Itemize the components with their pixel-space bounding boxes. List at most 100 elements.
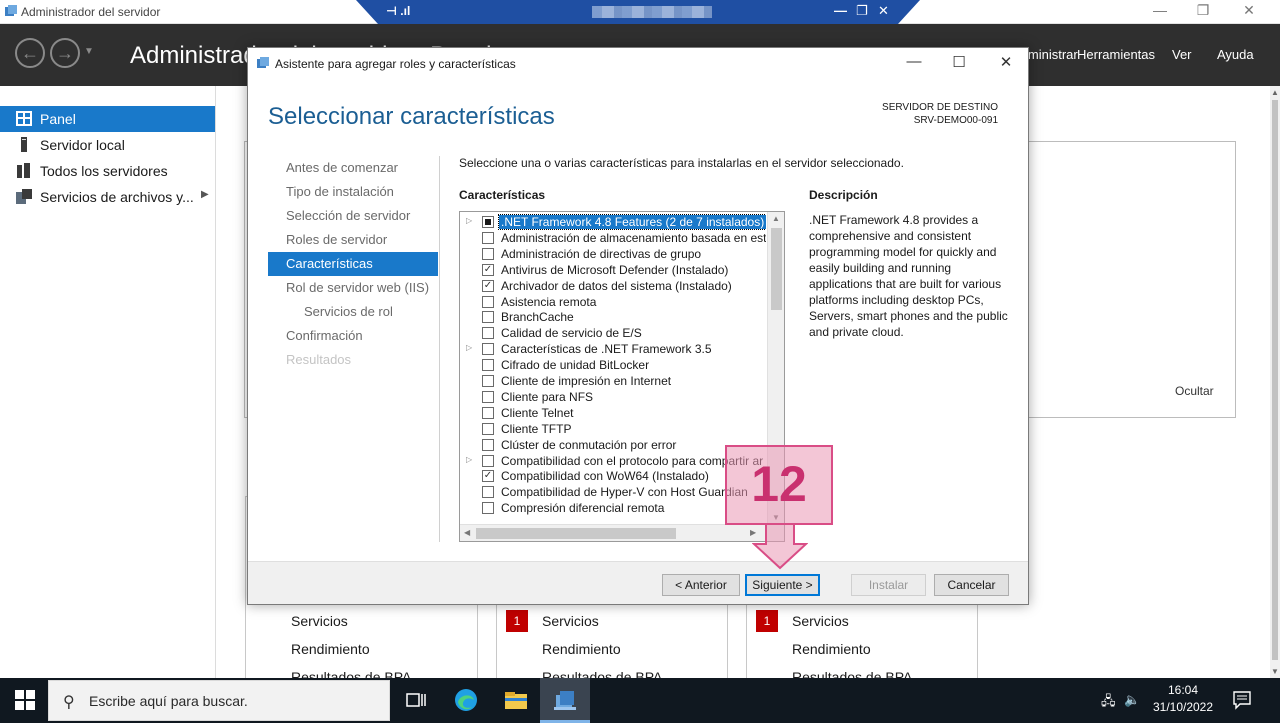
step-server-selection[interactable]: Selección de servidor xyxy=(268,204,438,228)
feature-item[interactable]: Cliente Telnet xyxy=(460,405,766,421)
scroll-left-icon[interactable]: ◀ xyxy=(464,528,470,537)
feature-checkbox[interactable] xyxy=(482,216,494,228)
scroll-up-icon[interactable]: ▲ xyxy=(772,214,780,223)
menu-ayuda[interactable]: Ayuda xyxy=(1217,47,1254,62)
forward-icon[interactable]: → xyxy=(50,38,80,68)
features-horizontal-scrollbar[interactable]: ◀ ▶ xyxy=(460,524,784,541)
feature-checkbox[interactable] xyxy=(482,231,494,244)
feature-item[interactable]: Compatibilidad de Hyper-V con Host Guard… xyxy=(460,484,766,500)
feature-checkbox[interactable] xyxy=(482,486,494,499)
feature-item[interactable]: Cliente de impresión en Internet xyxy=(460,373,766,389)
step-confirmation[interactable]: Confirmación xyxy=(268,324,438,348)
back-icon[interactable]: ← xyxy=(15,38,45,68)
windows-start-icon[interactable] xyxy=(15,690,35,710)
previous-button[interactable]: < Anterior xyxy=(662,574,740,596)
next-button[interactable]: Siguiente > xyxy=(745,574,820,596)
feature-item[interactable]: Administración de directivas de grupo xyxy=(460,246,766,262)
feature-checkbox[interactable] xyxy=(482,343,494,356)
feature-item[interactable]: BranchCache xyxy=(460,309,766,325)
sidebar-item-panel[interactable]: Panel xyxy=(0,106,215,132)
feature-checkbox[interactable] xyxy=(482,359,494,372)
content-scrollbar[interactable]: ▲ ▼ xyxy=(1270,86,1280,678)
scroll-thumb[interactable] xyxy=(1272,100,1278,660)
scroll-thumb[interactable] xyxy=(476,528,676,539)
notifications-icon[interactable] xyxy=(1232,690,1252,710)
feature-checkbox[interactable] xyxy=(482,390,494,403)
chevron-right-icon[interactable]: ▶ xyxy=(201,189,209,200)
menu-ver[interactable]: Ver xyxy=(1172,47,1192,62)
feature-item[interactable]: ▷ .NET Framework 4.8 Features (2 de 7 ins… xyxy=(460,214,766,230)
sidebar-item-file-services[interactable]: Servicios de archivos y... ▶ xyxy=(0,184,215,210)
feature-checkbox[interactable] xyxy=(482,438,494,451)
taskbar-clock[interactable]: 16:04 31/10/2022 xyxy=(1148,682,1218,716)
step-server-roles[interactable]: Roles de servidor xyxy=(268,228,438,252)
tile-row-performance[interactable]: Rendimiento xyxy=(792,641,871,657)
feature-checkbox[interactable] xyxy=(482,311,494,324)
file-explorer-icon[interactable] xyxy=(502,686,530,714)
feature-checkbox[interactable] xyxy=(482,295,494,308)
scroll-up-icon[interactable]: ▲ xyxy=(1271,88,1279,97)
feature-checkbox[interactable] xyxy=(482,406,494,419)
expand-icon[interactable]: ▷ xyxy=(466,216,472,225)
feature-item[interactable]: Administración de almacenamiento basada … xyxy=(460,230,766,246)
tile-row-services[interactable]: Servicios xyxy=(291,613,348,629)
feature-checkbox[interactable] xyxy=(482,327,494,340)
rdp-pin-signal-icon[interactable]: ⊣ .ıl xyxy=(386,4,410,18)
step-before-you-begin[interactable]: Antes de comenzar xyxy=(268,156,438,180)
step-features[interactable]: Características xyxy=(268,252,438,276)
feature-item[interactable]: Cliente para NFS xyxy=(460,389,766,405)
feature-item[interactable]: ▷ Compatibilidad con el protocolo para co… xyxy=(460,453,766,469)
feature-item[interactable]: ✓ Archivador de datos del sistema (Instal… xyxy=(460,278,766,294)
step-web-server-role[interactable]: Rol de servidor web (IIS) xyxy=(268,276,438,300)
feature-checkbox[interactable] xyxy=(482,422,494,435)
network-icon[interactable]: 🖧 xyxy=(1101,692,1116,714)
step-installation-type[interactable]: Tipo de instalación xyxy=(268,180,438,204)
feature-checkbox[interactable] xyxy=(482,247,494,260)
feature-item[interactable]: Cifrado de unidad BitLocker xyxy=(460,357,766,373)
scroll-thumb[interactable] xyxy=(771,228,782,310)
feature-item[interactable]: ✓ Antivirus de Microsoft Defender (Instal… xyxy=(460,262,766,278)
feature-item[interactable]: Asistencia remota xyxy=(460,294,766,310)
task-view-icon[interactable] xyxy=(402,686,430,714)
feature-item[interactable]: Clúster de conmutación por error xyxy=(460,437,766,453)
expand-icon[interactable]: ▷ xyxy=(466,343,472,352)
tile-row-performance[interactable]: Rendimiento xyxy=(542,641,621,657)
feature-item[interactable]: ✓ Compatibilidad con WoW64 (Instalado) xyxy=(460,468,766,484)
expand-icon[interactable]: ▷ xyxy=(466,455,472,464)
feature-checkbox[interactable] xyxy=(482,454,494,467)
close-button[interactable]: ✕ xyxy=(1239,2,1259,19)
restore-button[interactable]: ❐ xyxy=(1193,2,1213,19)
step-role-services[interactable]: Servicios de rol xyxy=(268,300,438,324)
feature-checkbox[interactable]: ✓ xyxy=(482,470,494,483)
feature-item[interactable]: Cliente TFTP xyxy=(460,421,766,437)
wizard-maximize-button[interactable]: ☐ xyxy=(944,53,974,73)
tile-row-services[interactable]: Servicios xyxy=(542,613,599,629)
cancel-button[interactable]: Cancelar xyxy=(934,574,1009,596)
edge-browser-icon[interactable] xyxy=(452,686,480,714)
minimize-button[interactable]: — xyxy=(1150,2,1170,18)
wizard-minimize-button[interactable]: — xyxy=(899,53,929,73)
wizard-close-button[interactable]: ✕ xyxy=(991,53,1021,73)
remote-desktop-bar[interactable]: ⊣ .ıl — ❐ ✕ xyxy=(356,0,920,24)
feature-item[interactable]: ▷ Características de .NET Framework 3.5 xyxy=(460,341,766,357)
rdp-restore-button[interactable]: ❐ xyxy=(856,3,868,19)
rdp-close-button[interactable]: ✕ xyxy=(878,3,889,19)
menu-herramientas[interactable]: Herramientas xyxy=(1077,47,1155,62)
feature-item[interactable]: Calidad de servicio de E/S xyxy=(460,325,766,341)
sidebar-item-local-server[interactable]: Servidor local xyxy=(0,132,215,158)
tile-row-services[interactable]: Servicios xyxy=(792,613,849,629)
taskbar-search-box[interactable]: ⚲ Escribe aquí para buscar. xyxy=(48,680,390,721)
sidebar-item-all-servers[interactable]: Todos los servidores xyxy=(0,158,215,184)
tile-row-performance[interactable]: Rendimiento xyxy=(291,641,370,657)
rdp-minimize-button[interactable]: — xyxy=(834,3,847,18)
history-dropdown-icon[interactable]: ▼ xyxy=(84,46,94,57)
feature-checkbox[interactable] xyxy=(482,502,494,515)
volume-muted-icon[interactable]: 🔈 xyxy=(1124,692,1140,708)
feature-checkbox[interactable]: ✓ xyxy=(482,279,494,292)
feature-checkbox[interactable]: ✓ xyxy=(482,263,494,276)
feature-item[interactable]: Compresión diferencial remota xyxy=(460,500,766,516)
server-manager-taskbar-button[interactable] xyxy=(540,678,590,723)
feature-checkbox[interactable] xyxy=(482,375,494,387)
scroll-down-icon[interactable]: ▼ xyxy=(1271,667,1279,676)
hide-link[interactable]: Ocultar xyxy=(1175,384,1214,398)
